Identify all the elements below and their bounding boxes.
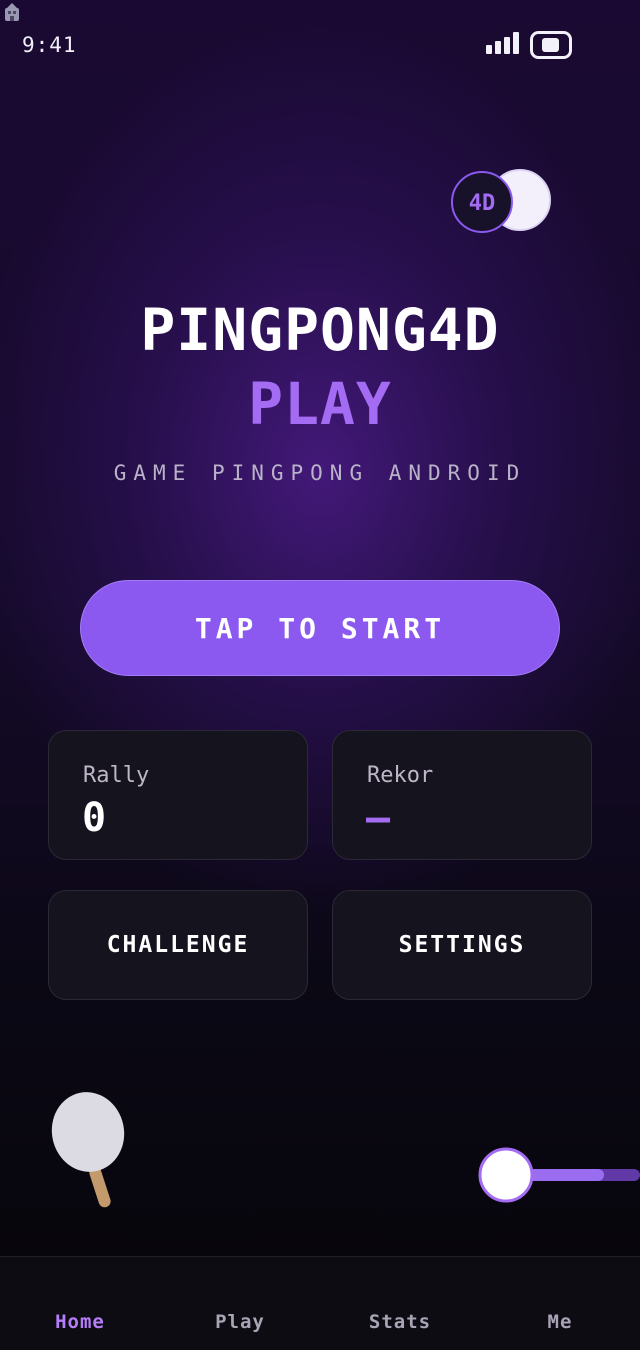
ball-icon <box>478 1147 640 1203</box>
battery-icon <box>530 31 572 59</box>
page-subtitle: PLAY <box>248 370 392 438</box>
rally-value: 0 <box>82 795 107 841</box>
app-notification-icon <box>5 3 19 21</box>
status-bar: 9:41 <box>0 0 640 80</box>
record-value: — <box>366 795 391 841</box>
nav-play[interactable]: Play <box>160 1311 320 1333</box>
nav-home[interactable]: Home <box>0 1311 160 1333</box>
logo-text: 4D <box>469 191 496 216</box>
signal-icon <box>486 32 519 54</box>
app-logo: 4D <box>451 169 551 233</box>
status-time: 9:41 <box>22 33 77 57</box>
rally-label: Rally <box>83 763 150 788</box>
challenge-button[interactable]: CHALLENGE <box>48 890 308 1000</box>
start-button[interactable]: TAP TO START <box>80 580 560 676</box>
record-label: Rekor <box>367 763 434 788</box>
rally-card: Rally 0 <box>48 730 308 860</box>
record-card: Rekor — <box>332 730 592 860</box>
paddle-icon <box>51 1092 125 1208</box>
settings-button[interactable]: SETTINGS <box>332 890 592 1000</box>
nav-me[interactable]: Me <box>480 1311 640 1333</box>
nav-stats[interactable]: Stats <box>320 1311 480 1333</box>
page-title: PINGPONG4D <box>140 296 500 364</box>
tagline: GAME PINGPONG ANDROID <box>113 461 527 485</box>
bottom-nav: Home Play Stats Me <box>0 1256 640 1350</box>
